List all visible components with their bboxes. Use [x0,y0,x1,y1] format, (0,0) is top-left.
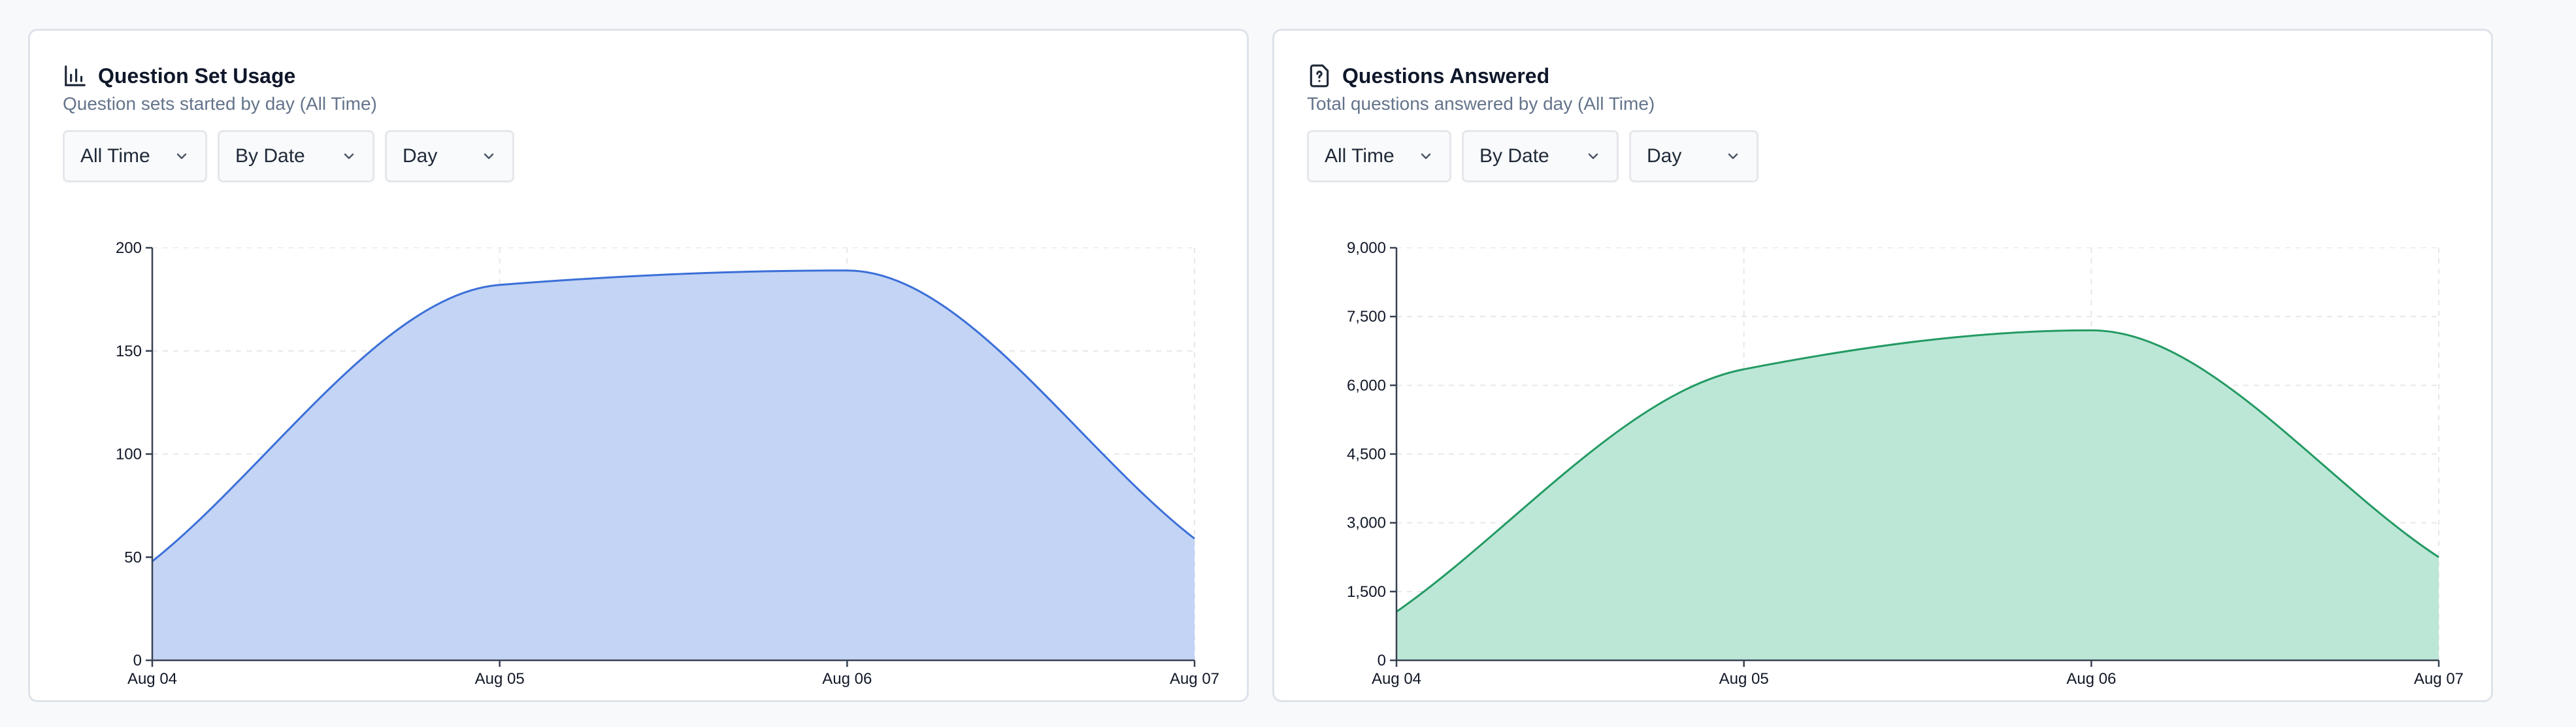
question-set-usage-card: 0 50 100 150 200 Aug 04 Aug 05 Aug 06 Aug 07 Que… [28,29,1249,702]
y-tick-label: 50 [124,549,142,566]
x-tick-label: Aug 05 [475,670,525,688]
y-tick-label: 200 [116,239,142,257]
filter-bar: All Time By Date Day [63,130,514,182]
card-header: Questions Answered Total questions answe… [1307,62,1655,114]
questions-answered-card: 0 1,500 3,000 4,500 6,000 7,500 9,000 Aug 04 Aug… [1272,29,2493,702]
filter-bar: All Time By Date Day [1307,130,1759,182]
y-tick-label: 7,500 [1347,308,1386,326]
y-tick-label: 0 [133,652,142,669]
chevron-down-icon [1588,153,1598,160]
interval-value: Day [1647,145,1682,167]
x-tick-label: Aug 04 [1372,670,1421,688]
x-tick-label: Aug 07 [2414,670,2464,688]
group-by-value: By Date [235,145,305,167]
group-by-select[interactable]: By Date [218,130,374,182]
interval-value: Day [403,145,438,167]
y-tick-label: 9,000 [1347,239,1386,257]
bar-chart-icon [63,63,88,88]
chevron-down-icon [344,153,354,160]
card-header: Question Set Usage Question sets started… [63,62,377,114]
chevron-down-icon [1421,153,1431,160]
y-tick-label: 100 [116,446,142,464]
area-fill [1396,330,2439,660]
interval-select[interactable]: Day [1629,130,1759,182]
interval-select[interactable]: Day [385,130,514,182]
chevron-down-icon [484,153,494,160]
area-fill [152,270,1195,661]
group-by-value: By Date [1479,145,1549,167]
card-title: Question Set Usage [98,63,296,88]
chevron-down-icon [176,153,187,160]
x-tick-label: Aug 06 [822,670,872,688]
y-tick-label: 6,000 [1347,377,1386,394]
time-range-value: All Time [1325,145,1395,167]
y-tick-label: 4,500 [1347,446,1386,464]
y-tick-label: 3,000 [1347,515,1386,532]
y-tick-label: 150 [116,343,142,360]
x-tick-label: Aug 04 [127,670,177,688]
chevron-down-icon [1728,153,1738,160]
x-tick-label: Aug 05 [1719,670,1769,688]
time-range-select[interactable]: All Time [1307,130,1451,182]
question-file-icon [1307,63,1332,88]
time-range-value: All Time [80,145,150,167]
card-subtitle: Question sets started by day (All Time) [63,93,377,114]
y-tick-label: 1,500 [1347,583,1386,601]
time-range-select[interactable]: All Time [63,130,207,182]
card-title: Questions Answered [1342,63,1550,88]
x-tick-label: Aug 06 [2066,670,2116,688]
group-by-select[interactable]: By Date [1462,130,1619,182]
x-tick-label: Aug 07 [1170,670,1219,688]
card-subtitle: Total questions answered by day (All Tim… [1307,93,1655,114]
y-tick-label: 0 [1378,652,1386,669]
